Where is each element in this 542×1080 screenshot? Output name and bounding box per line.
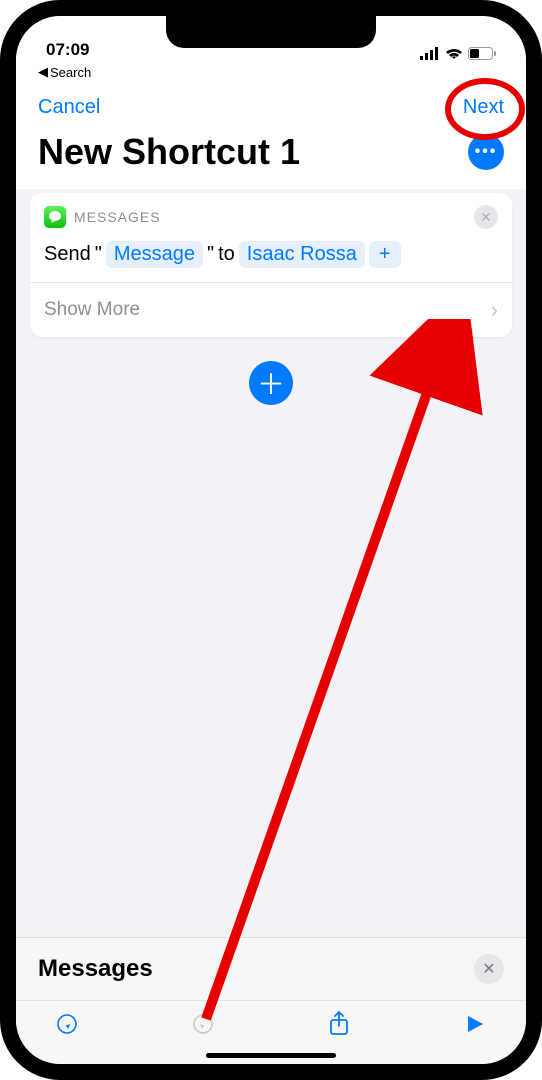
redo-button[interactable] [188,1009,218,1039]
more-options-button[interactable]: ••• [468,134,504,170]
bottom-sheet-close-button[interactable]: ✕ [474,954,504,984]
cancel-button[interactable]: Cancel [38,96,100,119]
close-icon: ✕ [482,959,495,979]
close-icon: ✕ [480,209,492,226]
message-token[interactable]: Message [106,241,203,268]
messages-app-icon [44,206,66,228]
back-arrow-icon: ◀ [38,64,48,80]
quote-open: " [95,243,102,266]
next-button[interactable]: Next [463,96,504,119]
bottom-toolbar [16,1000,526,1049]
send-text: Send [44,243,91,266]
recipient-token[interactable]: Isaac Rossa [239,241,365,268]
add-recipient-button[interactable]: + [369,241,401,268]
show-more-label: Show More [44,299,140,321]
home-indicator[interactable] [206,1053,336,1058]
plus-icon: ＋ [257,363,285,403]
page-title: New Shortcut 1 [38,131,300,173]
ellipsis-icon: ••• [475,143,498,161]
wifi-icon [445,47,463,60]
action-app-label: MESSAGES [74,209,466,225]
share-button[interactable] [324,1009,354,1039]
remove-action-button[interactable]: ✕ [474,205,498,229]
to-text: to [218,243,235,266]
bottom-sheet-title: Messages [38,955,153,983]
action-body: Send " Message " to Isaac Rossa + [30,235,512,282]
share-icon [328,1011,350,1037]
bottom-sheet: Messages ✕ [16,937,526,1064]
undo-icon [55,1012,79,1036]
status-time: 07:09 [46,40,89,60]
cellular-signal-icon [420,47,440,60]
battery-icon [468,47,496,60]
undo-button[interactable] [52,1009,82,1039]
action-card: MESSAGES ✕ Send " Message " to Isaac Ros… [30,193,512,337]
add-action-button[interactable]: ＋ [249,361,293,405]
chevron-right-icon: › [491,297,498,323]
quote-close: " [207,243,214,266]
breadcrumb[interactable]: ◀ Search [16,62,526,80]
show-more-row[interactable]: Show More › [30,282,512,337]
breadcrumb-label: Search [50,65,91,80]
play-icon [465,1014,485,1034]
redo-icon [191,1012,215,1036]
run-button[interactable] [460,1009,490,1039]
